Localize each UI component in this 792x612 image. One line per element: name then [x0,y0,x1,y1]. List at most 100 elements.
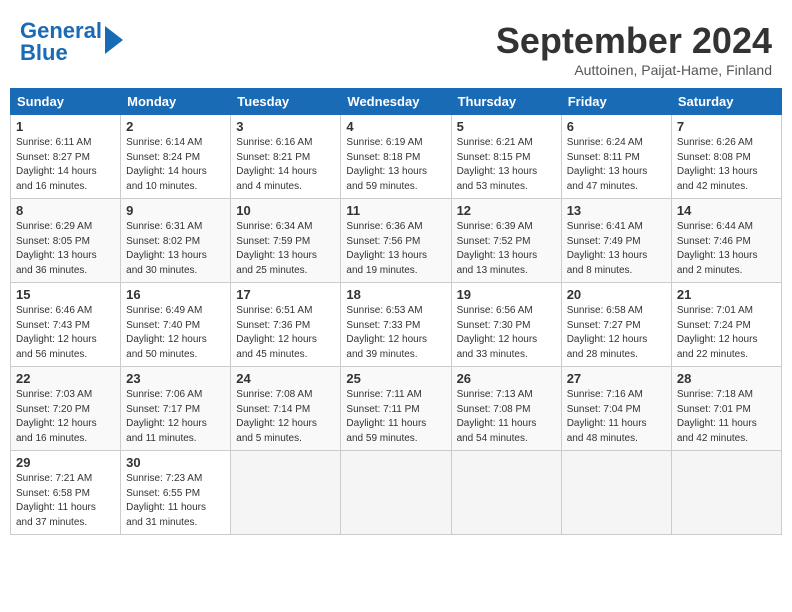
calendar-week-row: 22 Sunrise: 7:03 AM Sunset: 7:20 PM Dayli… [11,367,782,451]
calendar-cell [341,451,451,535]
day-info: Sunrise: 6:26 AM Sunset: 8:08 PM Dayligh… [677,136,776,194]
calendar-week-row: 29 Sunrise: 7:21 AM Sunset: 6:58 PM Dayli… [11,451,782,535]
day-info: Sunrise: 6:53 AM Sunset: 7:33 PM Dayligh… [346,304,445,362]
day-info: Sunrise: 7:11 AM Sunset: 7:11 PM Dayligh… [346,388,445,446]
calendar-cell: 18Sunrise: 6:53 AM Sunset: 7:33 PM Dayli… [341,283,451,367]
calendar-week-row: 8 Sunrise: 6:29 AM Sunset: 8:05 PM Daylig… [11,199,782,283]
calendar-cell [451,451,561,535]
calendar-cell: 8 Sunrise: 6:29 AM Sunset: 8:05 PM Daylig… [11,199,121,283]
day-number: 4 [346,119,445,134]
day-number: 1 [16,119,115,134]
calendar-week-row: 15 Sunrise: 6:46 AM Sunset: 7:43 PM Dayli… [11,283,782,367]
day-number: 15 [16,287,115,302]
logo-arrow-icon [105,26,123,54]
day-info: Sunrise: 7:21 AM Sunset: 6:58 PM Dayligh… [16,472,115,530]
column-header-friday: Friday [561,89,671,115]
calendar-cell: 6 Sunrise: 6:24 AM Sunset: 8:11 PM Daylig… [561,115,671,199]
day-info: Sunrise: 6:44 AM Sunset: 7:46 PM Dayligh… [677,220,776,278]
day-info: Sunrise: 6:16 AM Sunset: 8:21 PM Dayligh… [236,136,335,194]
column-header-wednesday: Wednesday [341,89,451,115]
calendar-cell: 11 Sunrise: 6:36 AM Sunset: 7:56 PM Dayli… [341,199,451,283]
day-info: Sunrise: 7:13 AM Sunset: 7:08 PM Dayligh… [457,388,556,446]
logo: GeneralBlue [20,20,123,64]
day-info: Sunrise: 7:03 AM Sunset: 7:20 PM Dayligh… [16,388,115,446]
day-info: Sunrise: 6:51 AM Sunset: 7:36 PM Dayligh… [236,304,335,362]
day-info: Sunrise: 6:34 AM Sunset: 7:59 PM Dayligh… [236,220,335,278]
calendar-cell: 19Sunrise: 6:56 AM Sunset: 7:30 PM Dayli… [451,283,561,367]
calendar-cell: 24Sunrise: 7:08 AM Sunset: 7:14 PM Dayli… [231,367,341,451]
day-info: Sunrise: 6:11 AM Sunset: 8:27 PM Dayligh… [16,136,115,194]
calendar-header-row: SundayMondayTuesdayWednesdayThursdayFrid… [11,89,782,115]
logo-text: GeneralBlue [20,20,102,64]
day-info: Sunrise: 7:08 AM Sunset: 7:14 PM Dayligh… [236,388,335,446]
day-number: 5 [457,119,556,134]
day-number: 25 [346,371,445,386]
calendar-cell [561,451,671,535]
day-info: Sunrise: 7:16 AM Sunset: 7:04 PM Dayligh… [567,388,666,446]
day-number: 2 [126,119,225,134]
page-header: GeneralBlue September 2024 Auttoinen, Pa… [10,10,782,83]
day-number: 29 [16,455,115,470]
day-number: 11 [346,203,445,218]
calendar-cell: 2 Sunrise: 6:14 AM Sunset: 8:24 PM Daylig… [121,115,231,199]
calendar-cell: 5 Sunrise: 6:21 AM Sunset: 8:15 PM Daylig… [451,115,561,199]
calendar-cell: 17 Sunrise: 6:51 AM Sunset: 7:36 PM Dayli… [231,283,341,367]
day-number: 17 [236,287,335,302]
calendar-cell: 23Sunrise: 7:06 AM Sunset: 7:17 PM Dayli… [121,367,231,451]
calendar-cell: 22 Sunrise: 7:03 AM Sunset: 7:20 PM Dayli… [11,367,121,451]
day-number: 6 [567,119,666,134]
day-number: 26 [457,371,556,386]
day-info: Sunrise: 6:19 AM Sunset: 8:18 PM Dayligh… [346,136,445,194]
day-number: 14 [677,203,776,218]
day-info: Sunrise: 6:41 AM Sunset: 7:49 PM Dayligh… [567,220,666,278]
day-info: Sunrise: 6:36 AM Sunset: 7:56 PM Dayligh… [346,220,445,278]
day-number: 12 [457,203,556,218]
calendar-cell: 4 Sunrise: 6:19 AM Sunset: 8:18 PM Daylig… [341,115,451,199]
calendar-cell: 3 Sunrise: 6:16 AM Sunset: 8:21 PM Daylig… [231,115,341,199]
day-info: Sunrise: 6:24 AM Sunset: 8:11 PM Dayligh… [567,136,666,194]
day-number: 7 [677,119,776,134]
day-info: Sunrise: 6:58 AM Sunset: 7:27 PM Dayligh… [567,304,666,362]
column-header-thursday: Thursday [451,89,561,115]
column-header-monday: Monday [121,89,231,115]
day-number: 22 [16,371,115,386]
day-number: 9 [126,203,225,218]
day-info: Sunrise: 6:56 AM Sunset: 7:30 PM Dayligh… [457,304,556,362]
calendar-cell: 7 Sunrise: 6:26 AM Sunset: 8:08 PM Daylig… [671,115,781,199]
calendar-cell: 1 Sunrise: 6:11 AM Sunset: 8:27 PM Daylig… [11,115,121,199]
day-info: Sunrise: 7:18 AM Sunset: 7:01 PM Dayligh… [677,388,776,446]
day-number: 27 [567,371,666,386]
day-info: Sunrise: 6:29 AM Sunset: 8:05 PM Dayligh… [16,220,115,278]
calendar-cell: 27 Sunrise: 7:16 AM Sunset: 7:04 PM Dayli… [561,367,671,451]
day-info: Sunrise: 6:14 AM Sunset: 8:24 PM Dayligh… [126,136,225,194]
calendar-cell [231,451,341,535]
day-number: 20 [567,287,666,302]
location-subtitle: Auttoinen, Paijat-Hame, Finland [496,62,772,78]
day-info: Sunrise: 7:06 AM Sunset: 7:17 PM Dayligh… [126,388,225,446]
day-info: Sunrise: 6:49 AM Sunset: 7:40 PM Dayligh… [126,304,225,362]
day-number: 21 [677,287,776,302]
calendar-cell: 13Sunrise: 6:41 AM Sunset: 7:49 PM Dayli… [561,199,671,283]
day-number: 8 [16,203,115,218]
title-block: September 2024 Auttoinen, Paijat-Hame, F… [496,20,772,78]
column-header-tuesday: Tuesday [231,89,341,115]
day-info: Sunrise: 6:21 AM Sunset: 8:15 PM Dayligh… [457,136,556,194]
column-header-sunday: Sunday [11,89,121,115]
day-number: 10 [236,203,335,218]
day-info: Sunrise: 6:39 AM Sunset: 7:52 PM Dayligh… [457,220,556,278]
day-info: Sunrise: 6:46 AM Sunset: 7:43 PM Dayligh… [16,304,115,362]
day-number: 3 [236,119,335,134]
day-number: 16 [126,287,225,302]
calendar-cell: 30 Sunrise: 7:23 AM Sunset: 6:55 PM Dayli… [121,451,231,535]
calendar-cell: 14 Sunrise: 6:44 AM Sunset: 7:46 PM Dayli… [671,199,781,283]
calendar-cell: 20 Sunrise: 6:58 AM Sunset: 7:27 PM Dayli… [561,283,671,367]
day-info: Sunrise: 7:23 AM Sunset: 6:55 PM Dayligh… [126,472,225,530]
calendar-cell: 12 Sunrise: 6:39 AM Sunset: 7:52 PM Dayli… [451,199,561,283]
day-number: 28 [677,371,776,386]
day-info: Sunrise: 6:31 AM Sunset: 8:02 PM Dayligh… [126,220,225,278]
calendar-table: SundayMondayTuesdayWednesdayThursdayFrid… [10,88,782,535]
calendar-cell: 26 Sunrise: 7:13 AM Sunset: 7:08 PM Dayli… [451,367,561,451]
calendar-cell [671,451,781,535]
day-number: 30 [126,455,225,470]
calendar-cell: 16 Sunrise: 6:49 AM Sunset: 7:40 PM Dayli… [121,283,231,367]
